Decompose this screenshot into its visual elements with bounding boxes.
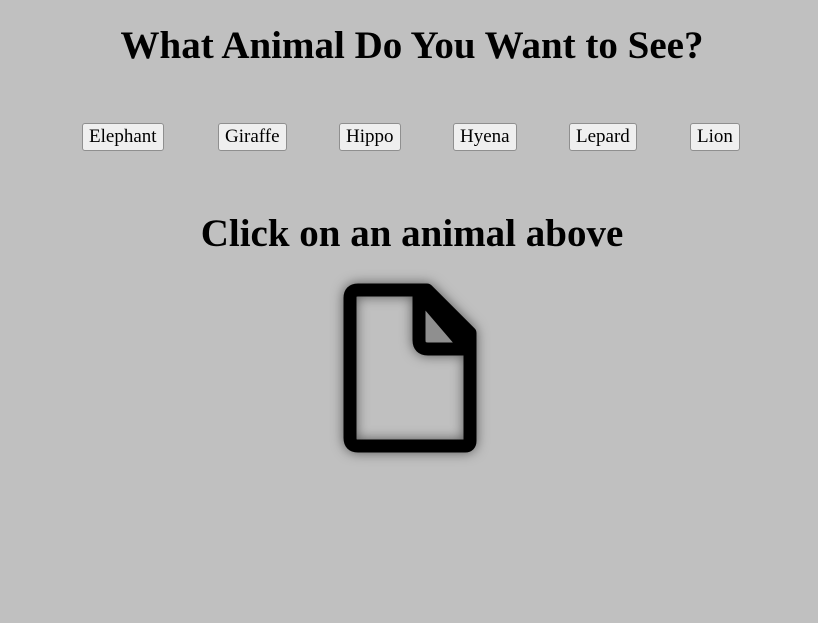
instruction-heading: Click on an animal above (200, 212, 624, 255)
page-title: What Animal Do You Want to See? (120, 24, 704, 67)
lepard-button[interactable]: Lepard (569, 123, 637, 151)
broken-image-icon (343, 283, 477, 453)
page: What Animal Do You Want to See? Elephant… (0, 0, 818, 623)
animal-image (330, 276, 494, 466)
elephant-button[interactable]: Elephant (82, 123, 164, 151)
giraffe-button[interactable]: Giraffe (218, 123, 287, 151)
hippo-button[interactable]: Hippo (339, 123, 401, 151)
lion-button[interactable]: Lion (690, 123, 740, 151)
hyena-button[interactable]: Hyena (453, 123, 517, 151)
